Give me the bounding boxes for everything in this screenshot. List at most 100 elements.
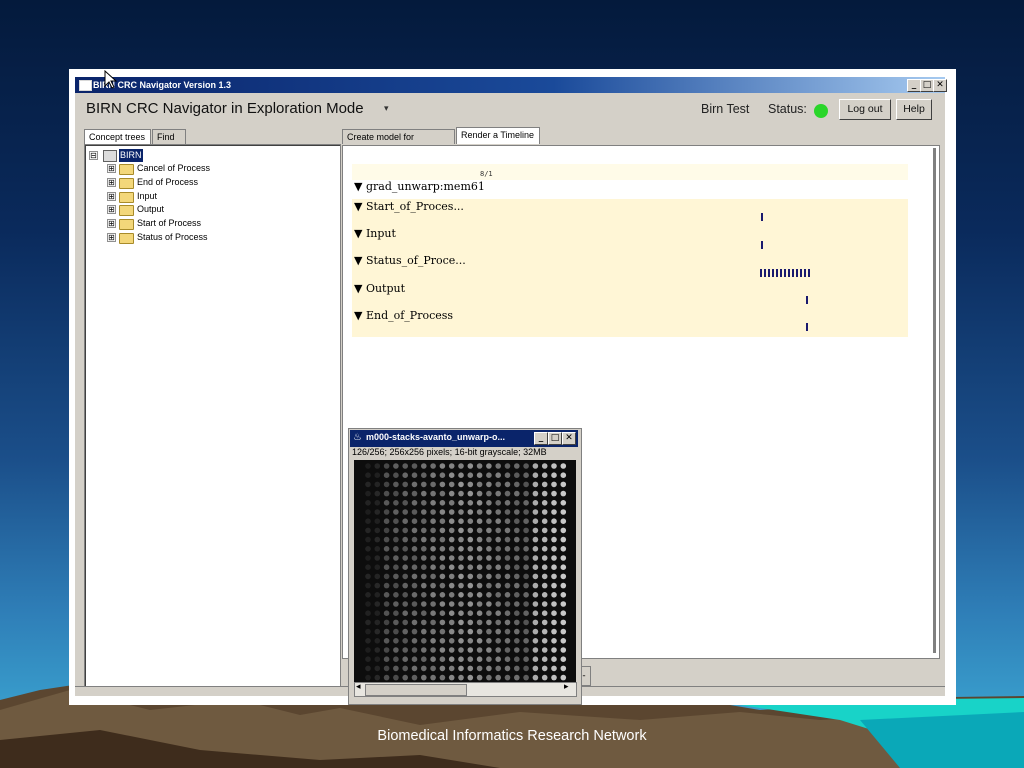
phantom-dot [383, 536, 390, 543]
phantom-dot [551, 601, 557, 607]
timeline-row-label[interactable]: ▼ Input [354, 227, 396, 240]
phantom-dot [421, 665, 427, 672]
phantom-dot [430, 509, 436, 515]
timeline-event-mark[interactable] [806, 296, 808, 304]
phantom-dot [523, 665, 529, 672]
phantom-dot [421, 647, 427, 653]
timeline-event-mark[interactable] [761, 213, 763, 221]
phantom-dot [495, 601, 501, 607]
phantom-dot [411, 619, 418, 626]
folder-icon [119, 205, 134, 216]
phantom-dot [374, 518, 381, 524]
phantom-dot [495, 546, 501, 552]
timeline-row-label[interactable]: ▼ Output [354, 282, 405, 295]
tree-item-label: Start of Process [137, 218, 202, 228]
phantom-dot [467, 674, 474, 681]
phantom-dot [532, 509, 539, 515]
phantom-dot [523, 573, 529, 580]
phantom-dot [532, 665, 539, 672]
phantom-dot [532, 619, 539, 626]
phantom-dot [541, 555, 548, 561]
expand-icon[interactable]: ⊞ [107, 205, 116, 214]
phantom-dot [421, 628, 427, 635]
phantom-dot [383, 481, 390, 488]
timeline-row-label[interactable]: ▼ End_of_Process [354, 309, 453, 322]
image-maximize-button[interactable]: □ [548, 432, 562, 445]
timeline-row-label[interactable]: ▼ Status_of_Proce... [354, 254, 466, 267]
phantom-dot [514, 628, 520, 635]
phantom-dot [514, 536, 520, 543]
phantom-dot [393, 619, 399, 626]
expand-icon[interactable]: ⊞ [107, 178, 116, 187]
phantom-dot [439, 674, 446, 681]
phantom-dot [374, 647, 381, 653]
vertical-scrollbar[interactable] [933, 148, 936, 653]
help-button[interactable]: Help [896, 99, 932, 120]
timeline-event-mark[interactable] [806, 323, 808, 331]
phantom-dot [514, 546, 520, 552]
timeline-row-label[interactable]: ▼ grad_unwarp:mem61 [354, 180, 485, 193]
expand-icon[interactable]: ⊞ [107, 192, 116, 201]
phantom-dot [430, 564, 436, 570]
phantom-dot [430, 610, 436, 616]
phantom-image[interactable] [354, 460, 576, 682]
phantom-dot [532, 472, 539, 478]
phantom-dot [514, 555, 520, 561]
phantom-dot [458, 573, 464, 580]
phantom-dot [448, 638, 455, 644]
phantom-dot [514, 601, 520, 607]
scroll-left-icon[interactable]: ◂ [356, 682, 361, 692]
phantom-dot [383, 592, 390, 598]
phantom-dot [411, 638, 418, 644]
phantom-dot [541, 536, 548, 543]
tab-create-model[interactable]: Create model for Timeline [342, 129, 455, 156]
expand-icon[interactable]: ⊞ [107, 233, 116, 242]
phantom-dot [393, 601, 399, 607]
logout-button[interactable]: Log out [839, 99, 891, 120]
tab-find[interactable]: Find [152, 129, 186, 144]
timeline-row-label[interactable]: ▼ Start_of_Proces... [354, 200, 464, 213]
phantom-dot [383, 665, 390, 672]
image-horizontal-scrollbar[interactable]: ◂ ▸ [354, 682, 577, 697]
phantom-dot [532, 564, 539, 570]
phantom-dot [421, 592, 427, 598]
scroll-thumb[interactable] [365, 684, 467, 696]
network-icon [103, 150, 117, 162]
image-viewer-titlebar[interactable]: ♨ m000-stacks-avanto_unwarp-o... _ □ ✕ [350, 430, 578, 447]
phantom-dot [458, 518, 464, 524]
phantom-dot [523, 509, 529, 515]
phantom-dot [495, 509, 501, 515]
window-titlebar[interactable]: BIRN CRC Navigator Version 1.3 _ □ ✕ [75, 77, 947, 93]
minimize-button[interactable]: _ [907, 79, 921, 92]
phantom-dot [532, 674, 539, 681]
phantom-dot [458, 674, 464, 681]
expand-icon[interactable]: ⊞ [107, 219, 116, 228]
timeline-event-mark[interactable] [761, 241, 763, 249]
phantom-dot [430, 546, 436, 552]
image-minimize-button[interactable]: _ [534, 432, 548, 445]
phantom-dot [514, 592, 520, 598]
phantom-dot [365, 500, 371, 506]
phantom-dot [383, 555, 390, 561]
phantom-dot [383, 509, 390, 515]
image-close-button[interactable]: ✕ [562, 432, 576, 445]
phantom-dot [383, 610, 390, 616]
expand-icon[interactable]: ⊞ [107, 164, 116, 173]
phantom-dot [467, 564, 474, 570]
phantom-dot [486, 674, 492, 681]
phantom-dot [448, 592, 455, 598]
phantom-dot [551, 481, 557, 488]
timeline-event-cluster[interactable] [760, 269, 812, 277]
phantom-dot [383, 628, 390, 635]
maximize-button[interactable]: □ [920, 79, 934, 92]
phantom-dot [402, 647, 408, 653]
tab-concept-trees[interactable]: Concept trees [84, 129, 151, 144]
close-button[interactable]: ✕ [933, 79, 947, 92]
tree-item-label: Output [137, 204, 165, 214]
tab-render-timeline[interactable]: Render a Timeline [456, 127, 540, 144]
mode-dropdown-icon[interactable]: ▾ [384, 104, 389, 114]
collapse-icon[interactable]: ⊟ [89, 151, 98, 160]
scroll-right-icon[interactable]: ▸ [564, 682, 569, 692]
phantom-dot [402, 628, 408, 635]
phantom-dot [430, 463, 436, 469]
